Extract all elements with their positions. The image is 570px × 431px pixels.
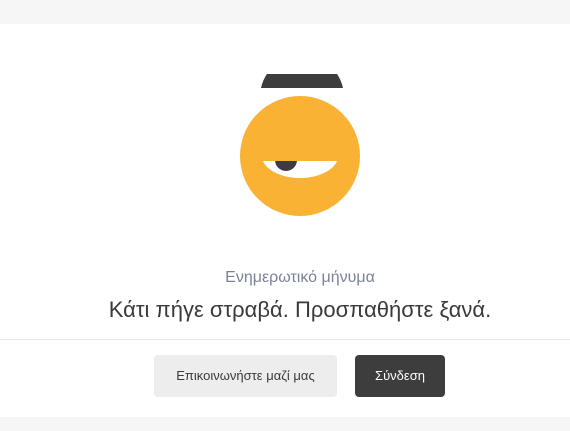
- contact-us-button[interactable]: Επικοινωνήστε μαζί μας: [154, 355, 337, 397]
- sleepy-face-icon: [233, 74, 371, 224]
- eyelid-edge: [253, 157, 347, 161]
- error-card: Ενημερωτικό μήνυμα Κάτι πήγε στραβά. Προ…: [0, 24, 570, 417]
- message-label: Ενημερωτικό μήνυμα: [225, 269, 375, 286]
- error-message: Κάτι πήγε στραβά. Προσπαθήστε ξανά.: [108, 297, 492, 322]
- hat-shape: [261, 74, 343, 88]
- eyelid: [258, 132, 342, 157]
- divider: [0, 339, 570, 340]
- login-button[interactable]: Σύνδεση: [355, 355, 445, 397]
